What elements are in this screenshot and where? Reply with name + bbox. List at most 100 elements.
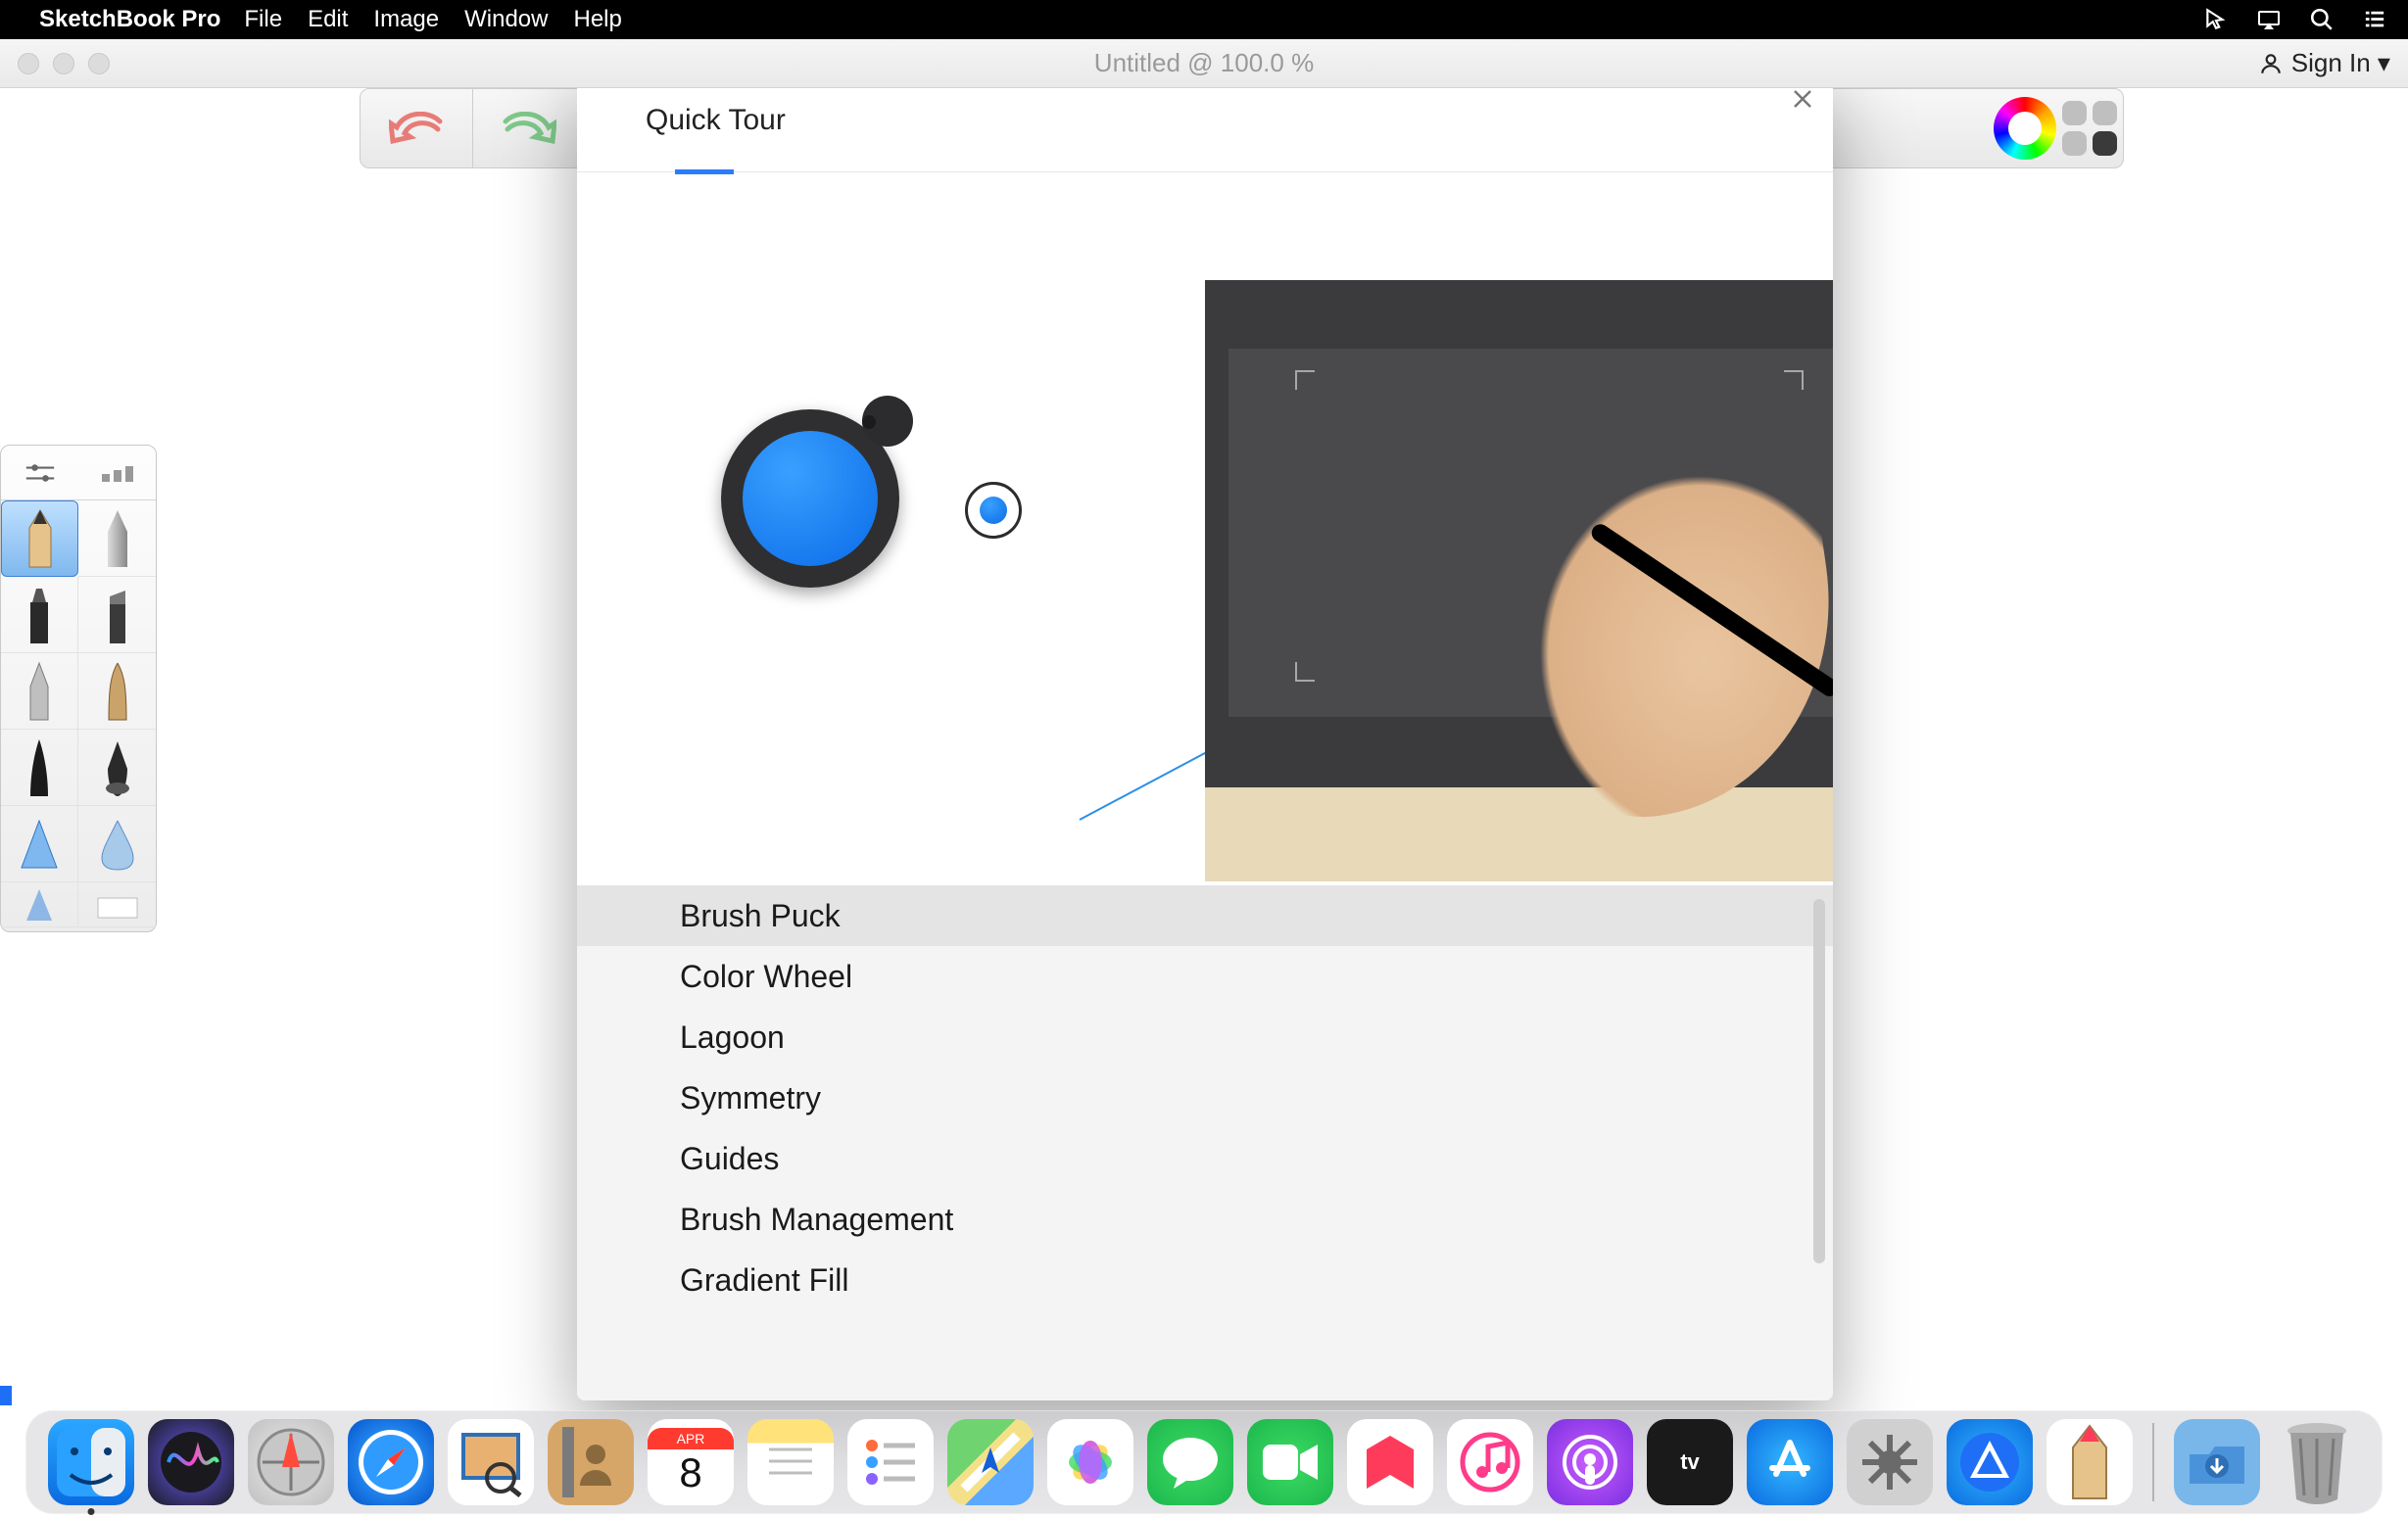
undo-button[interactable] <box>361 88 473 168</box>
dock-contacts[interactable] <box>548 1419 634 1505</box>
preview-icon <box>456 1427 526 1497</box>
screen-mirroring-icon[interactable] <box>2255 6 2283 33</box>
notification-center-icon[interactable] <box>2361 6 2388 33</box>
brush-eraser-soft[interactable] <box>78 882 156 927</box>
brush-ballpoint[interactable] <box>1 653 78 730</box>
brush-watercolor[interactable] <box>78 806 156 882</box>
downloads-icon <box>2186 1437 2248 1488</box>
quick-tour-visual <box>577 174 1833 776</box>
brush-ink[interactable] <box>1 730 78 806</box>
toolbar-right-tools <box>1994 88 2117 168</box>
siri-icon <box>159 1430 223 1494</box>
tour-item-symmetry[interactable]: Symmetry <box>577 1067 1833 1128</box>
ui-layout-toggle[interactable] <box>2062 101 2117 156</box>
brush-puck-graphic <box>721 409 899 588</box>
brush-nib[interactable] <box>78 730 156 806</box>
dock-notes[interactable] <box>747 1419 834 1505</box>
safari-icon <box>357 1428 425 1496</box>
tablet-demo-image <box>1205 280 1833 881</box>
photos-icon <box>1058 1430 1123 1494</box>
dock-launchpad[interactable] <box>248 1419 334 1505</box>
color-wheel-button[interactable] <box>1994 97 2056 160</box>
dock-calendar[interactable]: APR 8 <box>648 1419 734 1505</box>
minimize-window-button[interactable] <box>53 53 74 74</box>
brush-presets-icon[interactable] <box>101 461 134 485</box>
dock-preview[interactable] <box>448 1419 534 1505</box>
gear-icon <box>1858 1431 1921 1494</box>
user-icon <box>2258 51 2284 76</box>
brush-marker[interactable] <box>1 577 78 653</box>
trash-icon <box>2279 1419 2355 1505</box>
running-indicator <box>88 1508 95 1515</box>
close-window-button[interactable] <box>18 53 39 74</box>
tour-item-gradient-fill[interactable]: Gradient Fill <box>577 1250 1833 1310</box>
tour-item-brush-management[interactable]: Brush Management <box>577 1189 1833 1250</box>
redo-button[interactable] <box>473 88 586 168</box>
app-name[interactable]: SketchBook Pro <box>39 6 220 33</box>
zoom-window-button[interactable] <box>88 53 110 74</box>
spotlight-search-icon[interactable] <box>2308 6 2336 33</box>
podcasts-icon <box>1562 1434 1618 1491</box>
brush-pencil[interactable] <box>1 500 78 577</box>
dock-facetime[interactable] <box>1247 1419 1333 1505</box>
dock-appstore[interactable] <box>1747 1419 1833 1505</box>
window-titlebar: Untitled @ 100.0 % Sign In ▾ <box>0 39 2408 88</box>
dock-maps[interactable] <box>947 1419 1034 1505</box>
dock-downloads[interactable] <box>2174 1419 2260 1505</box>
finder-icon <box>57 1428 125 1496</box>
dock-photos[interactable] <box>1047 1419 1133 1505</box>
tour-item-lagoon[interactable]: Lagoon <box>577 1007 1833 1067</box>
menu-edit[interactable]: Edit <box>308 6 348 33</box>
news-icon <box>1363 1432 1418 1493</box>
quick-tour-list[interactable]: Brush Puck Color Wheel Lagoon Symmetry G… <box>577 885 1833 1400</box>
brush-paint-soft[interactable] <box>1 806 78 882</box>
menubar-right <box>2202 6 2388 33</box>
tour-item-brush-puck[interactable]: Brush Puck <box>577 885 1833 946</box>
close-icon <box>1792 88 1813 110</box>
sign-in-button[interactable]: Sign In ▾ <box>2258 48 2390 78</box>
brush-palette[interactable] <box>0 445 157 932</box>
tour-item-guides[interactable]: Guides <box>577 1128 1833 1189</box>
list-scrollbar[interactable] <box>1813 899 1825 1263</box>
brush-puck-size-indicator <box>965 482 1022 539</box>
dock-separator <box>2152 1423 2154 1501</box>
sketchbook-icon <box>2063 1424 2116 1500</box>
cursor-status-icon[interactable] <box>2202 6 2230 33</box>
menu-file[interactable]: File <box>244 6 282 33</box>
dock-reminders[interactable] <box>847 1419 934 1505</box>
maps-icon <box>956 1428 1025 1496</box>
brush-chisel[interactable] <box>78 577 156 653</box>
dock-siri[interactable] <box>148 1419 234 1505</box>
dock-messages[interactable] <box>1147 1419 1233 1505</box>
brush-airbrush[interactable] <box>78 500 156 577</box>
dock-music[interactable] <box>1447 1419 1533 1505</box>
dock-finder[interactable] <box>48 1419 134 1505</box>
reminders-icon <box>860 1432 921 1493</box>
dock-safari[interactable] <box>348 1419 434 1505</box>
tv-icon: tv <box>1680 1449 1700 1475</box>
facetime-icon <box>1261 1441 1320 1484</box>
dock-sketchbook[interactable] <box>2047 1419 2133 1505</box>
macos-menubar: SketchBook Pro File Edit Image Window He… <box>0 0 2408 39</box>
dock-xcode[interactable] <box>1947 1419 2033 1505</box>
document-title: Untitled @ 100.0 % <box>1094 48 1314 78</box>
calendar-month: APR <box>648 1428 734 1449</box>
dock-container: APR 8 <box>0 1404 2408 1518</box>
dock-news[interactable] <box>1347 1419 1433 1505</box>
dock-podcasts[interactable] <box>1547 1419 1633 1505</box>
xcode-icon <box>1956 1429 2023 1495</box>
dock-trash[interactable] <box>2274 1419 2360 1505</box>
calendar-day: 8 <box>679 1449 701 1496</box>
brush-brushpen[interactable] <box>78 653 156 730</box>
tour-item-color-wheel[interactable]: Color Wheel <box>577 946 1833 1007</box>
sign-in-label: Sign In ▾ <box>2291 48 2390 78</box>
brush-grid <box>1 500 156 882</box>
menu-image[interactable]: Image <box>373 6 439 33</box>
menu-help[interactable]: Help <box>573 6 621 33</box>
menu-window[interactable]: Window <box>464 6 548 33</box>
dock-appletv[interactable]: tv <box>1647 1419 1733 1505</box>
brush-sliders-icon[interactable] <box>24 461 57 485</box>
brush-eraser-hard[interactable] <box>1 882 78 927</box>
dock-system-preferences[interactable] <box>1847 1419 1933 1505</box>
canvas-edge-marker <box>0 1386 12 1405</box>
